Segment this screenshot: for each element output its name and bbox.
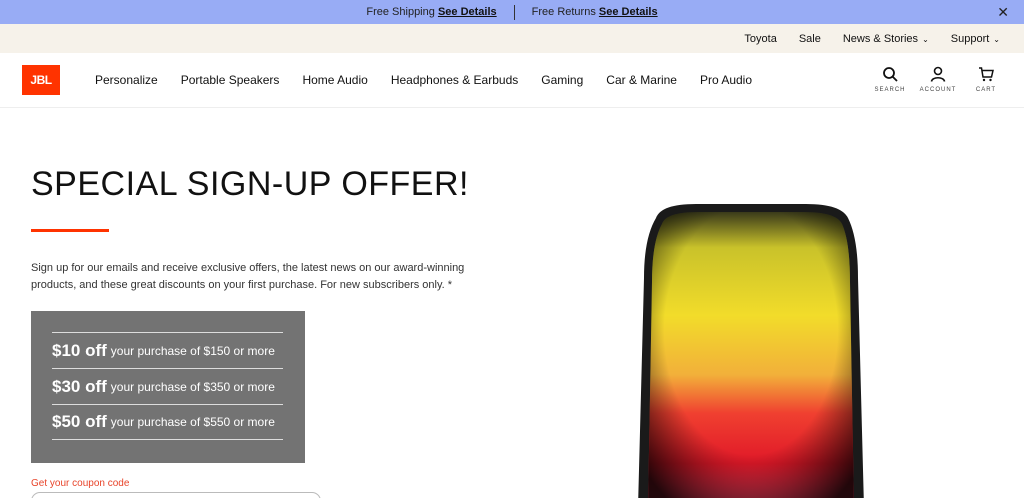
jbl-logo[interactable]: JBL [22,65,60,95]
intro-text: Sign up for our emails and receive exclu… [31,262,465,291]
free-shipping-text: Free Shipping [366,6,435,18]
page-title: SPECIAL SIGN-UP OFFER! [31,165,469,203]
menu-gaming[interactable]: Gaming [541,73,583,87]
utility-news-label: News & Stories [842,32,919,45]
returns-see-details-link[interactable]: See Details [599,6,658,18]
account-button[interactable]: ACCOUNT [919,66,957,93]
promo-bar: Free Shipping See Details Free Returns S… [0,0,1024,24]
menu-personalize[interactable]: Personalize [95,73,158,87]
email-field[interactable] [31,492,321,498]
menu-car-marine[interactable]: Car & Marine [606,73,677,87]
offer-amount: $10 off [52,340,107,360]
utility-news-stories[interactable]: News & Stories ⌄ [843,33,929,45]
coupon-label: Get your coupon code [31,478,130,489]
utility-sale-label: Sale [798,32,821,45]
search-button[interactable]: SEARCH [874,66,906,93]
menu-home-audio[interactable]: Home Audio [302,73,367,87]
menu-pro-audio[interactable]: Pro Audio [700,73,752,87]
logo-text: JBL [30,73,52,87]
menu-headphones-earbuds[interactable]: Headphones & Earbuds [391,73,518,87]
offer-amount: $30 off [52,376,107,396]
search-icon [883,67,898,82]
offer-text: your purchase of $150 or more [110,343,275,358]
main-menu: Personalize Portable Speakers Home Audio… [95,73,775,87]
search-caption: SEARCH [874,87,906,93]
nav-icons: SEARCH ACCOUNT CART [858,66,1002,93]
chevron-down-icon: ⌄ [993,34,1000,44]
offer-row: $30 off your purchase of $350 or more [52,368,283,404]
account-caption: ACCOUNT [919,87,957,93]
speaker-image [638,204,864,498]
utility-bar: Toyota Sale News & Stories ⌄ Support ⌄ [0,24,1024,53]
close-icon[interactable]: ✕ [997,4,1009,21]
free-returns-text: Free Returns [531,6,596,18]
offer-row: $50 off your purchase of $550 or more [52,404,283,440]
free-returns-notice: Free Returns See Details [515,6,675,18]
offer-row: $10 off your purchase of $150 or more [52,332,283,368]
main-nav: JBL Personalize Portable Speakers Home A… [0,53,1024,108]
utility-sale[interactable]: Sale [799,33,821,45]
chevron-down-icon: ⌄ [922,34,929,44]
shipping-see-details-link[interactable]: See Details [438,6,497,18]
accent-divider [31,229,109,232]
account-icon [930,66,946,82]
offer-text: your purchase of $550 or more [110,415,275,429]
offer-box: $10 off your purchase of $150 or more $3… [31,311,305,463]
offer-amount: $50 off [52,412,107,431]
cart-button[interactable]: CART [970,66,1002,93]
cart-icon [979,67,994,82]
utility-toyota-label: Toyota [744,32,777,45]
utility-toyota[interactable]: Toyota [744,33,776,45]
free-shipping-notice: Free Shipping See Details [349,6,513,18]
cart-caption: CART [975,87,997,93]
menu-portable-speakers[interactable]: Portable Speakers [181,73,280,87]
offer-text: your purchase of $350 or more [110,379,275,394]
utility-support[interactable]: Support ⌄ [951,33,1000,45]
utility-support-label: Support [950,32,990,45]
hero-section: SPECIAL SIGN-UP OFFER! Sign up for our e… [0,108,1024,498]
